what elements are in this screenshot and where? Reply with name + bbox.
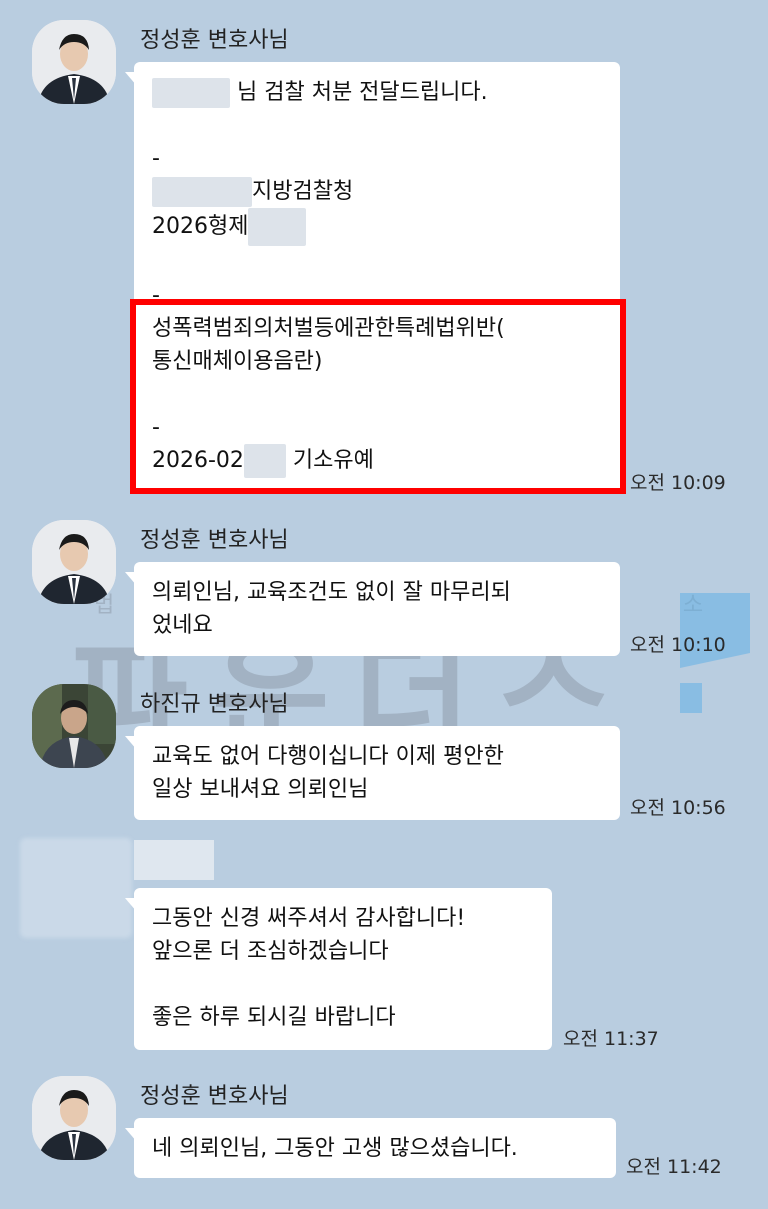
message-line: 지방검찰청 [152, 175, 602, 208]
message-line: 그동안 신경 써주셔서 감사합니다! [152, 906, 466, 931]
lawyer-jung-avatar[interactable] [32, 1076, 116, 1160]
message-line: 일상 보내셔요 의뢰인님 [152, 777, 369, 802]
message-line: 앞으론 더 조심하겠습니다 [152, 939, 389, 964]
message-bubble[interactable]: 교육도 없어 다행이십니다 이제 평안한 일상 보내셔요 의뢰인님 [125, 726, 620, 820]
sender-name: 하진규 변호사님 [140, 692, 289, 717]
message-time: 오전 10:56 [630, 797, 726, 819]
message-time: 오전 10:09 [630, 472, 726, 494]
message-time: 오전 11:42 [626, 1156, 722, 1178]
message-line [152, 109, 602, 142]
redacted-office [152, 177, 252, 207]
message-line: 님 검찰 처분 전달드립니다. [152, 76, 602, 109]
highlight-box [130, 299, 626, 494]
message-line: - [152, 146, 160, 171]
message-line: 좋은 하루 되시길 바랍니다 [152, 1005, 396, 1030]
message-bubble[interactable]: 네 의뢰인님, 그동안 고생 많으셨습니다. [125, 1118, 616, 1178]
sender-name: 정성훈 변호사님 [140, 1084, 289, 1109]
blurred-client-avatar [20, 838, 132, 938]
message-line: 네 의뢰인님, 그동안 고생 많으셨습니다. [152, 1136, 518, 1161]
message-time: 오전 11:37 [563, 1028, 659, 1050]
lawyer-jung-avatar[interactable] [32, 20, 116, 104]
lawyer-jung-avatar[interactable] [32, 520, 116, 604]
sender-name: 정성훈 변호사님 [140, 28, 289, 53]
message-bubble[interactable]: 그동안 신경 써주셔서 감사합니다! 앞으론 더 조심하겠습니다 좋은 하루 되… [125, 888, 552, 1050]
message-line: 교육도 없어 다행이십니다 이제 평안한 [152, 744, 504, 769]
message-line [152, 968, 534, 1001]
message-line [152, 246, 602, 279]
redacted-sender-name [134, 840, 214, 880]
message-bubble[interactable]: 의뢰인님, 교육조건도 없이 잘 마무리되 었네요 [125, 562, 620, 656]
message-line: 2026형제 [152, 208, 602, 246]
lawyer-ha-avatar[interactable] [32, 684, 116, 768]
message-line: 의뢰인님, 교육조건도 없이 잘 마무리되 [152, 580, 511, 605]
flag-logo-icon [680, 593, 750, 713]
sender-name: 정성훈 변호사님 [140, 528, 289, 553]
chat-window: 법 률 사 무 소 파운더스 정성훈 변호사님 님 검찰 처분 전달드립니다. … [0, 0, 768, 1209]
redacted-name [152, 78, 230, 108]
message-line: 었네요 [152, 613, 213, 638]
message-time: 오전 10:10 [630, 634, 726, 656]
redacted-case-number [248, 208, 307, 246]
